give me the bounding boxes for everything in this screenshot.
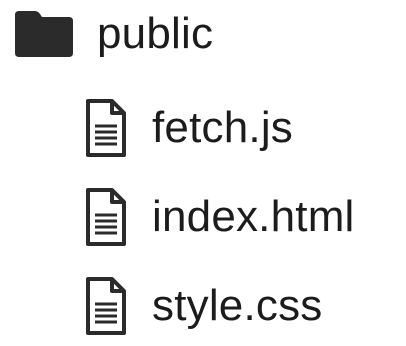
file-text-icon bbox=[82, 276, 130, 336]
file-row-index-html[interactable]: index.html bbox=[82, 187, 355, 247]
file-row-fetch-js[interactable]: fetch.js bbox=[82, 98, 293, 158]
file-tree: public fetch.js index.html style.css bbox=[0, 0, 406, 346]
folder-icon bbox=[13, 9, 75, 59]
folder-row-public[interactable]: public bbox=[13, 4, 213, 64]
folder-label: public bbox=[97, 9, 214, 58]
file-label: index.html bbox=[152, 192, 355, 241]
file-label: fetch.js bbox=[152, 103, 293, 152]
file-text-icon bbox=[82, 98, 130, 158]
file-label: style.css bbox=[152, 281, 323, 330]
file-text-icon bbox=[82, 187, 130, 247]
file-row-style-css[interactable]: style.css bbox=[82, 276, 323, 336]
